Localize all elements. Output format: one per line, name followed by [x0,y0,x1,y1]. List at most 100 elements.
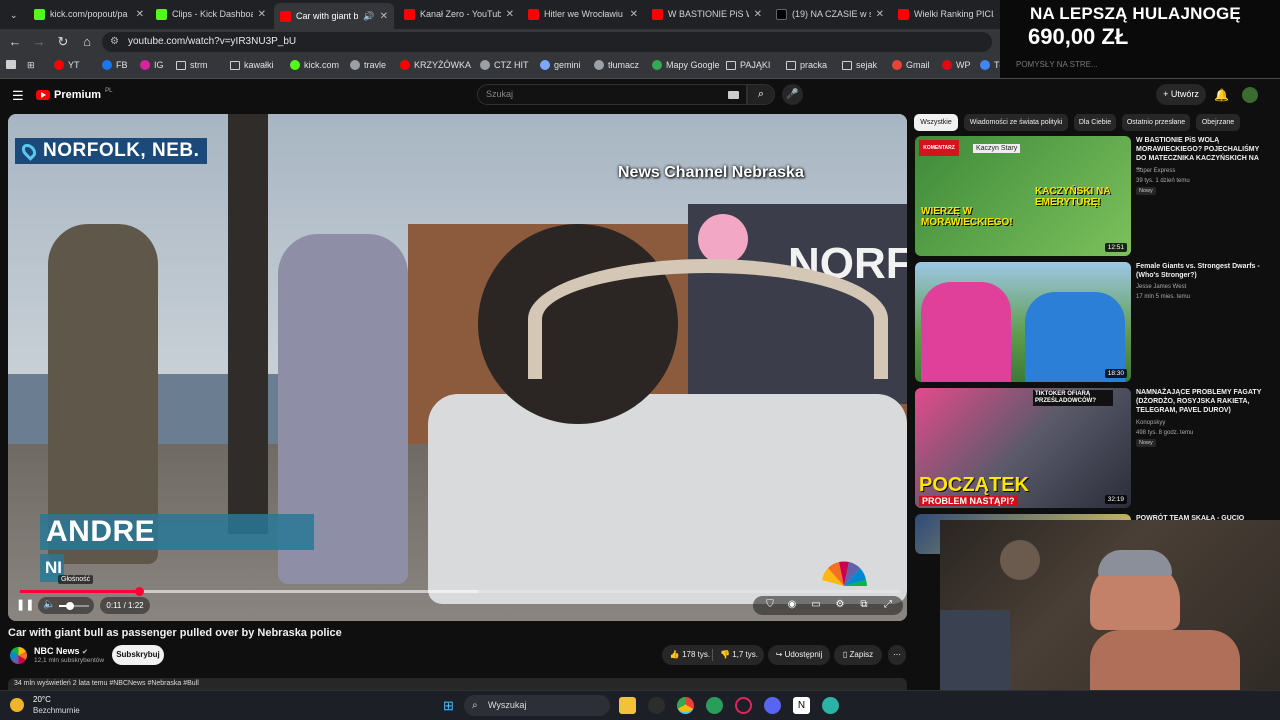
windows-start-icon[interactable]: ⊞ [440,697,457,714]
bookmark-item[interactable]: travle [350,60,386,70]
subscribe-button[interactable]: Subskrybuj [112,645,164,665]
search-input[interactable]: Szukaj [477,84,747,105]
pause-button[interactable]: ❚❚ [16,597,34,613]
subtitles-icon[interactable]: ▭ [809,598,823,612]
tab-search-menu[interactable]: ⌄ [4,4,20,26]
seek-bar[interactable] [20,587,900,596]
settings-icon[interactable]: ⚙ [833,598,847,612]
bookmark-item[interactable]: KRZYŻÓWKA [400,60,471,70]
rec-channel[interactable]: Konopskyy [1136,420,1165,426]
seek-handle[interactable] [134,587,144,596]
browser-tab[interactable]: W BASTIONIE PiS WC ✕ [646,3,768,25]
dislike-button[interactable]: 👎 1,7 tys. [718,645,760,665]
keyboard-icon[interactable] [728,91,739,99]
discord-icon[interactable] [764,697,781,714]
bookmark-item[interactable]: pracka [786,60,827,70]
close-icon[interactable]: ✕ [380,11,388,22]
youtube-logo[interactable]: Premium PL [36,88,112,101]
bookmark-item[interactable]: CTZ HIT [480,60,529,70]
bookmark-item[interactable]: WP [942,60,971,70]
back-arrow-icon[interactable]: ← [7,34,23,50]
channel-name[interactable]: NBC News ✔ [34,646,88,656]
browser-icon[interactable] [706,697,723,714]
like-button[interactable]: 👍 178 tys. [668,645,712,665]
reload-icon[interactable]: ↻ [55,34,71,50]
notion-icon[interactable]: N [793,697,810,714]
avatar[interactable] [1242,87,1258,103]
file-explorer-icon[interactable] [619,697,636,714]
autoplay-toggle[interactable]: ◉ [785,598,799,612]
description-box[interactable]: 34 mln wyświetleń 2 lata temu #NBCNews #… [8,678,907,690]
more-options-button[interactable]: ⋯ [888,645,906,665]
bookmark-item[interactable]: gemini [540,60,581,70]
miniplayer-icon[interactable]: ⧉ [857,598,871,612]
bookmark-item[interactable]: IG [140,60,164,70]
tab-grid-icon[interactable] [6,60,16,69]
share-button[interactable]: ↪ Udostępnij [768,645,830,665]
speaker-icon[interactable]: 🔊 [363,11,374,22]
channel-avatar[interactable] [10,647,27,664]
close-icon[interactable]: ✕ [136,9,144,20]
rec-title[interactable]: W BASTIONIE PiS WOLĄ MORAWIECKIEGO? POJE… [1136,136,1266,172]
video-thumbnail[interactable]: 18:30 [915,262,1131,382]
address-bar[interactable]: ⚙ youtube.com/watch?v=yIR3NU3P_bU [102,32,992,52]
bookmark-item[interactable]: strm [176,60,208,70]
home-icon[interactable]: ⌂ [79,34,95,50]
bookmark-item[interactable]: Gmail [892,60,930,70]
bookmark-item[interactable]: sejak [842,60,877,70]
chip-for-you[interactable]: Dla Ciebie [1074,114,1116,131]
chrome-icon[interactable] [677,697,694,714]
chip-recent[interactable]: Ostatnio przesłane [1122,114,1190,131]
microphone-icon[interactable]: 🎤 [782,84,803,105]
save-button[interactable]: ▯ Zapisz [834,645,882,665]
rec-title[interactable]: Female Giants vs. Strongest Dwarfs - (Wh… [1136,262,1266,280]
app-icon[interactable] [648,697,665,714]
browser-tab-active[interactable]: Car with giant bu 🔊 ✕ [274,3,394,29]
create-button[interactable]: + Utwórz [1156,84,1206,105]
close-icon[interactable]: ✕ [506,9,514,20]
bookmark-item[interactable]: PAJĄKI [726,60,770,70]
bookmark-item[interactable]: kick.com [290,60,339,70]
browser-tab[interactable]: Wielki Ranking PICIA [892,3,1000,25]
chip-watched[interactable]: Obejrzane [1196,114,1240,131]
bookmark-item[interactable]: kawałki [230,60,274,70]
taskbar-search[interactable]: ⌕ Wyszukaj [464,695,610,716]
volume-icon[interactable]: 🔈 [43,599,55,610]
shield-play-icon[interactable]: ⛉ [763,598,777,612]
bookmark-item[interactable]: tłumacz [594,60,639,70]
video-thumbnail[interactable]: TIKTOKER OFIARĄ PRZEŚLADOWCÓW? POCZĄTEK … [915,388,1131,508]
close-icon[interactable]: ✕ [258,9,266,20]
browser-tab[interactable]: (19) NA CZASIE w ser ✕ [770,3,890,25]
video-thumbnail[interactable]: KOMENTARZ Kaczyn Stary KACZYŃSKI NA EMER… [915,136,1131,256]
rec-title[interactable]: NAMNAŻAJĄCE PROBLEMY FAGATY (DŻORDŻO, RO… [1136,388,1266,415]
recommended-video[interactable]: TIKTOKER OFIARĄ PRZEŚLADOWCÓW? POCZĄTEK … [915,388,1275,510]
volume-control[interactable]: 🔈 [38,597,94,614]
forward-arrow-icon[interactable]: → [31,34,47,50]
close-icon[interactable]: ✕ [876,9,884,20]
bell-icon[interactable]: 🔔 [1214,88,1229,102]
rec-channel[interactable]: Jesse James West [1136,284,1186,290]
menu-icon[interactable]: ☰ [12,88,24,104]
chip-politics[interactable]: Wiadomości ze świata polityki [964,114,1068,131]
apps-grid-icon[interactable]: ⊞ [27,60,35,71]
browser-tab[interactable]: kick.com/popout/pa ✕ [28,3,150,25]
browser-tab[interactable]: Clips - Kick Dashboa ✕ [150,3,272,25]
bookmark-item[interactable]: YT [54,60,80,70]
browser-tab[interactable]: Kanał Zero - YouTube ✕ [398,3,520,25]
fullscreen-icon[interactable]: ⤢ [881,598,895,612]
chip-all[interactable]: Wszystkie [914,114,958,131]
bookmark-item[interactable]: Mapy Google [652,60,720,70]
rec-channel[interactable]: Super Express [1136,168,1175,174]
opera-icon[interactable] [735,697,752,714]
volume-slider[interactable] [59,602,89,610]
close-icon[interactable]: ✕ [630,9,638,20]
globe-icon[interactable] [822,697,839,714]
recommended-video[interactable]: 18:30 Female Giants vs. Strongest Dwarfs… [915,262,1275,384]
site-settings-icon[interactable]: ⚙ [110,32,119,52]
video-player[interactable]: NORF NORFOLK, NEB. News Channel Nebraska… [8,114,907,621]
search-button[interactable]: ⌕ [747,84,775,105]
browser-tab[interactable]: Hitler we Wrocławiu ✕ [522,3,644,25]
close-icon[interactable]: ✕ [754,9,762,20]
volume-handle[interactable] [65,602,74,610]
bookmark-item[interactable]: FB [102,60,128,70]
